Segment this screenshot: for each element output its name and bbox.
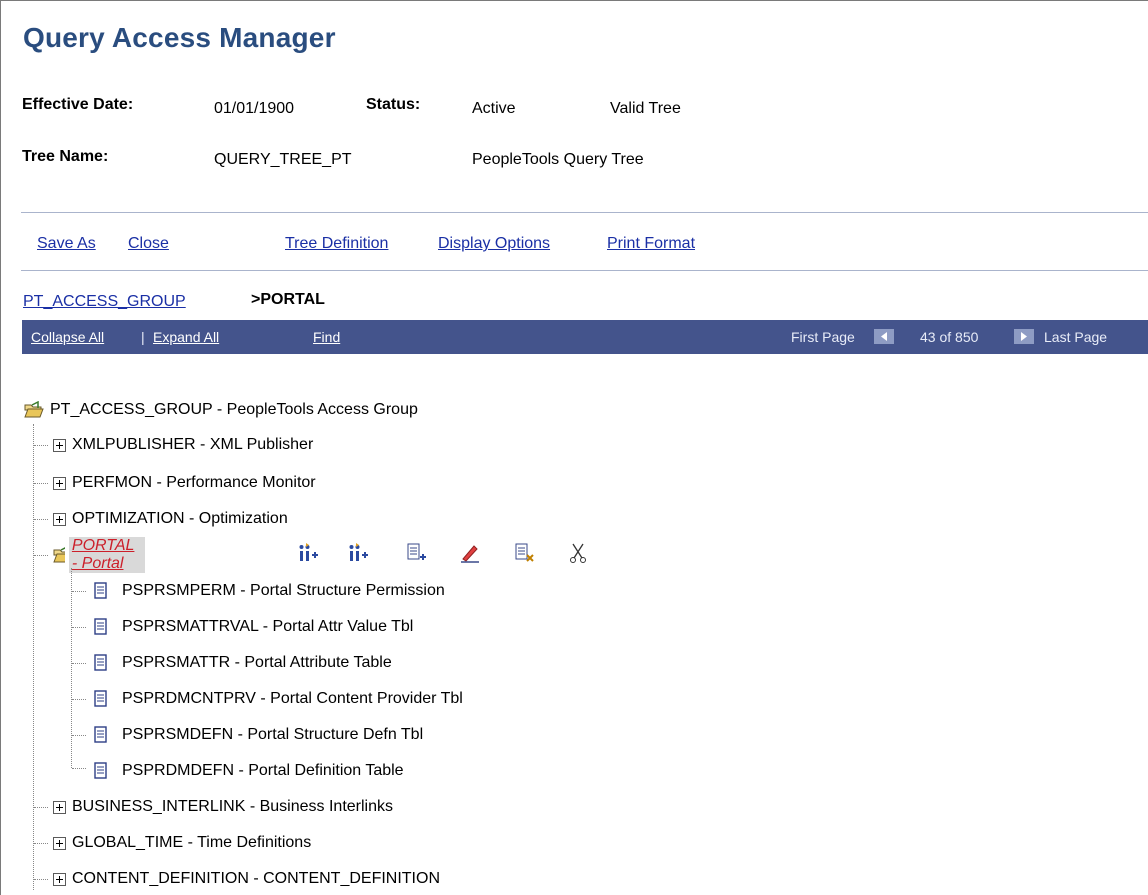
edit-pencil-icon[interactable] bbox=[459, 542, 481, 564]
open-folder-icon bbox=[53, 547, 65, 563]
tree-connector bbox=[72, 627, 86, 628]
expand-icon[interactable] bbox=[53, 476, 66, 490]
record-icon bbox=[94, 654, 107, 671]
tree-leaf-psprsmattr[interactable]: PSPRSMATTR - Portal Attribute Table bbox=[94, 651, 392, 675]
tree-leaf-psprsmattrval[interactable]: PSPRSMATTRVAL - Portal Attr Value Tbl bbox=[94, 615, 413, 639]
tree-node-label: BUSINESS_INTERLINK - Business Interlinks bbox=[72, 798, 393, 815]
expand-icon[interactable] bbox=[53, 836, 66, 850]
tree-node-label: PSPRSMDEFN - Portal Structure Defn Tbl bbox=[122, 726, 424, 743]
tree-leaf-psprsmdefn[interactable]: PSPRSMDEFN - Portal Structure Defn Tbl bbox=[94, 723, 423, 747]
expand-all-link[interactable]: Expand All bbox=[153, 329, 219, 345]
tree-navigation-bar: Collapse All | Expand All Find First Pag… bbox=[22, 320, 1148, 354]
status-label: Status: bbox=[366, 96, 421, 113]
tree-definition-link[interactable]: Tree Definition bbox=[285, 235, 388, 253]
tree-connector bbox=[34, 807, 48, 808]
save-as-link[interactable]: Save As bbox=[37, 235, 96, 253]
tree-connector bbox=[34, 555, 48, 556]
previous-page-button[interactable] bbox=[874, 329, 894, 344]
tree-validity: Valid Tree bbox=[610, 100, 681, 117]
display-options-link[interactable]: Display Options bbox=[438, 235, 550, 253]
tree-node-optimization[interactable]: OPTIMIZATION - Optimization bbox=[53, 507, 288, 531]
record-icon bbox=[94, 582, 107, 599]
tree-description: PeopleTools Query Tree bbox=[472, 151, 644, 168]
insert-child-icon[interactable] bbox=[347, 542, 369, 564]
tree-connector bbox=[34, 445, 48, 446]
insert-record-icon[interactable] bbox=[405, 542, 427, 564]
tree-node-label: PSPRDMDEFN - Portal Definition Table bbox=[122, 762, 404, 779]
tree-leaf-psprdmdefn[interactable]: PSPRDMDEFN - Portal Definition Table bbox=[94, 759, 404, 783]
next-page-button[interactable] bbox=[1014, 329, 1034, 344]
record-icon bbox=[94, 690, 107, 707]
divider bbox=[21, 212, 1148, 213]
tree-name-label: Tree Name: bbox=[22, 148, 109, 165]
tree-node-label: PSPRSMATTRVAL - Portal Attr Value Tbl bbox=[122, 618, 414, 635]
tree-node-label: PSPRSMATTR - Portal Attribute Table bbox=[122, 654, 392, 671]
tree-node-label: OPTIMIZATION - Optimization bbox=[72, 510, 288, 527]
tree-node-content-definition[interactable]: CONTENT_DEFINITION - CONTENT_DEFINITION bbox=[53, 867, 440, 891]
tree-leaf-psprdmcntprv[interactable]: PSPRDMCNTPRV - Portal Content Provider T… bbox=[94, 687, 463, 711]
breadcrumb-current: >PORTAL bbox=[251, 291, 325, 308]
nav-separator: | bbox=[141, 329, 145, 345]
tree-name-value: QUERY_TREE_PT bbox=[214, 151, 352, 168]
tree-node-portal[interactable]: PORTAL - Portal bbox=[53, 537, 146, 573]
expand-icon[interactable] bbox=[53, 872, 66, 886]
open-folder-icon bbox=[24, 401, 44, 418]
tree-root-node[interactable]: PT_ACCESS_GROUP - PeopleTools Access Gro… bbox=[24, 398, 418, 422]
divider bbox=[21, 270, 1148, 271]
tree-leaf-psprsmperm[interactable]: PSPRSMPERM - Portal Structure Permission bbox=[94, 579, 445, 603]
record-icon bbox=[94, 762, 107, 779]
tree-node-label: PT_ACCESS_GROUP - PeopleTools Access Gro… bbox=[50, 401, 418, 418]
last-page-link[interactable]: Last Page bbox=[1044, 329, 1107, 345]
tree-node-label: PERFMON - Performance Monitor bbox=[72, 474, 316, 491]
tree-connector bbox=[72, 663, 86, 664]
arrow-right-icon bbox=[1021, 332, 1027, 341]
effective-date-value: 01/01/1900 bbox=[214, 100, 295, 117]
find-link[interactable]: Find bbox=[313, 329, 340, 345]
status-value: Active bbox=[472, 100, 516, 117]
tree-connector bbox=[34, 483, 48, 484]
tree-connector bbox=[72, 591, 86, 592]
page-title: Query Access Manager bbox=[23, 22, 336, 53]
record-icon bbox=[94, 726, 107, 743]
tree-connector bbox=[34, 519, 48, 520]
first-page-link[interactable]: First Page bbox=[791, 329, 855, 345]
cut-scissors-icon[interactable] bbox=[567, 542, 589, 564]
collapse-all-link[interactable]: Collapse All bbox=[31, 329, 104, 345]
tree-connector bbox=[72, 699, 86, 700]
tree-node-perfmon[interactable]: PERFMON - Performance Monitor bbox=[53, 471, 316, 495]
tree-connector bbox=[34, 843, 48, 844]
tree-connector bbox=[71, 568, 72, 768]
delete-record-icon[interactable] bbox=[513, 542, 535, 564]
insert-sibling-icon[interactable] bbox=[297, 542, 319, 564]
tree-node-label: XMLPUBLISHER - XML Publisher bbox=[72, 436, 314, 453]
breadcrumb-parent-link[interactable]: PT_ACCESS_GROUP bbox=[23, 293, 186, 311]
page-position: 43 of 850 bbox=[920, 329, 979, 345]
tree-node-xmlpublisher[interactable]: XMLPUBLISHER - XML Publisher bbox=[53, 433, 313, 457]
tree-node-label: PSPRDMCNTPRV - Portal Content Provider T… bbox=[122, 690, 463, 707]
expand-icon[interactable] bbox=[53, 438, 66, 452]
close-link[interactable]: Close bbox=[128, 235, 169, 253]
selected-node-label[interactable]: PORTAL - Portal bbox=[68, 537, 146, 573]
tree-node-global-time[interactable]: GLOBAL_TIME - Time Definitions bbox=[53, 831, 311, 855]
tree-connector bbox=[34, 879, 48, 880]
tree-connector bbox=[72, 735, 86, 736]
tree-node-label: PSPRSMPERM - Portal Structure Permission bbox=[122, 582, 445, 599]
expand-icon[interactable] bbox=[53, 800, 66, 814]
record-icon bbox=[94, 618, 107, 635]
tree-node-business-interlink[interactable]: BUSINESS_INTERLINK - Business Interlinks bbox=[53, 795, 393, 819]
tree-node-label: GLOBAL_TIME - Time Definitions bbox=[72, 834, 312, 851]
tree-node-label: CONTENT_DEFINITION - CONTENT_DEFINITION bbox=[72, 870, 440, 887]
effective-date-label: Effective Date: bbox=[22, 96, 134, 113]
tree-connector bbox=[72, 768, 86, 769]
expand-icon[interactable] bbox=[53, 512, 66, 526]
tree-connector bbox=[33, 424, 34, 890]
print-format-link[interactable]: Print Format bbox=[607, 235, 695, 253]
arrow-left-icon bbox=[881, 332, 887, 341]
